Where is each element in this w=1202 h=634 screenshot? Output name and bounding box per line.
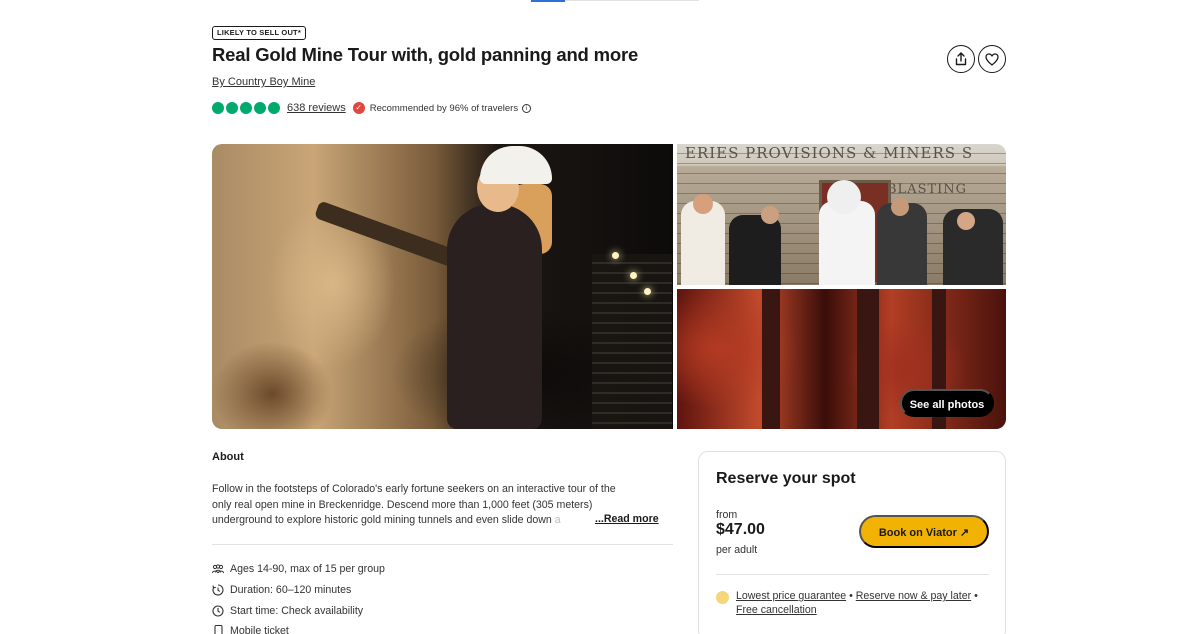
actor-head <box>761 206 779 224</box>
card-divider <box>716 574 989 575</box>
tab-track <box>565 0 699 1</box>
price-per-label: per adult <box>716 544 758 556</box>
rating-row: 638 reviews ✓ Recommended by 96% of trav… <box>212 101 532 115</box>
reviews-link[interactable]: 638 reviews <box>287 102 346 114</box>
read-more-link[interactable]: ...Read more <box>593 513 659 525</box>
helmet <box>480 146 552 184</box>
see-all-photos-button[interactable]: See all photos <box>900 389 994 417</box>
town-photo[interactable]: ERIES PROVISIONS & MINERS S BLASTING <box>677 144 1006 285</box>
actor-head <box>891 198 909 216</box>
feature-duration: Duration: 60–120 minutes <box>212 583 351 597</box>
tab-indicator <box>531 0 565 2</box>
description-text: underground to explore historic gold min… <box>212 514 552 526</box>
recommended-text: Recommended by 96% of travelers <box>369 102 519 114</box>
lowest-price-link[interactable]: Lowest price guarantee <box>736 590 846 602</box>
rating-bubble-icon <box>212 102 224 114</box>
phone-icon <box>212 625 224 634</box>
feature-text: Duration: 60–120 minutes <box>230 584 352 596</box>
share-button[interactable] <box>947 45 975 73</box>
rating-bubble-icon <box>254 102 266 114</box>
tunnel-beam <box>857 289 879 429</box>
recommended-check-icon: ✓ <box>352 102 365 114</box>
group-icon <box>212 563 224 575</box>
guarantee-text: Lowest price guarantee • Reserve now & p… <box>736 590 986 617</box>
guide-figure <box>447 204 542 429</box>
likely-to-sell-out-badge: LIKELY TO SELL OUT* <box>212 26 306 40</box>
feature-text: Start time: Check availability <box>230 605 364 617</box>
blasting-sign: BLASTING <box>887 182 968 197</box>
feature-ages: Ages 14-90, max of 15 per group <box>212 562 385 576</box>
separator: • <box>846 590 856 602</box>
heart-icon <box>985 52 999 66</box>
page-title: Real Gold Mine Tour with, gold panning a… <box>212 44 639 65</box>
photo-gallery: ERIES PROVISIONS & MINERS S BLASTING <box>212 144 1006 429</box>
save-button[interactable] <box>978 45 1006 73</box>
timer-icon <box>212 584 224 596</box>
rating-bubble-icon <box>268 102 280 114</box>
description-line: only real open mine in Breckenridge. Des… <box>212 498 593 511</box>
reserve-title: Reserve your spot <box>716 470 856 487</box>
feature-text: Ages 14-90, max of 15 per group <box>230 563 385 575</box>
clock-icon <box>212 605 224 617</box>
share-icon <box>955 52 967 66</box>
actor-head <box>693 194 713 214</box>
mine-rails <box>592 254 672 429</box>
mine-lamp <box>644 288 651 295</box>
book-on-viator-button[interactable]: Book on Viator ↗ <box>859 515 989 548</box>
info-icon[interactable]: i <box>522 103 532 113</box>
about-divider <box>212 544 673 545</box>
feature-start-time: Start time: Check availability <box>212 604 363 618</box>
main-photo[interactable] <box>212 144 673 429</box>
tunnel-beam <box>762 289 780 429</box>
reserve-card: Reserve your spot from $47.00 per adult … <box>698 451 1006 634</box>
mine-lamp <box>612 252 619 259</box>
description-line: Follow in the footsteps of Colorado's ea… <box>212 483 616 495</box>
actor-head <box>957 212 975 230</box>
price-from-label: from <box>716 509 738 521</box>
store-sign: ERIES PROVISIONS & MINERS S <box>685 144 974 162</box>
mine-lamp <box>630 272 637 279</box>
actor-head <box>827 180 861 214</box>
feature-mobile-ticket: Mobile ticket <box>212 624 289 634</box>
price-tag-icon <box>716 591 729 604</box>
rating-bubble-icon <box>240 102 252 114</box>
about-heading: About <box>212 451 244 463</box>
price-value: $47.00 <box>716 521 765 538</box>
free-cancellation-link[interactable]: Free cancellation <box>736 604 817 616</box>
separator: • <box>971 590 978 602</box>
reserve-now-link[interactable]: Reserve now & pay later <box>856 590 971 602</box>
description-fade: a <box>554 514 561 526</box>
operator-link[interactable]: By Country Boy Mine <box>212 76 315 88</box>
rating-bubble-icon <box>226 102 238 114</box>
feature-text: Mobile ticket <box>230 625 289 634</box>
actor-figure <box>729 215 781 285</box>
rating-bubbles <box>212 102 280 114</box>
